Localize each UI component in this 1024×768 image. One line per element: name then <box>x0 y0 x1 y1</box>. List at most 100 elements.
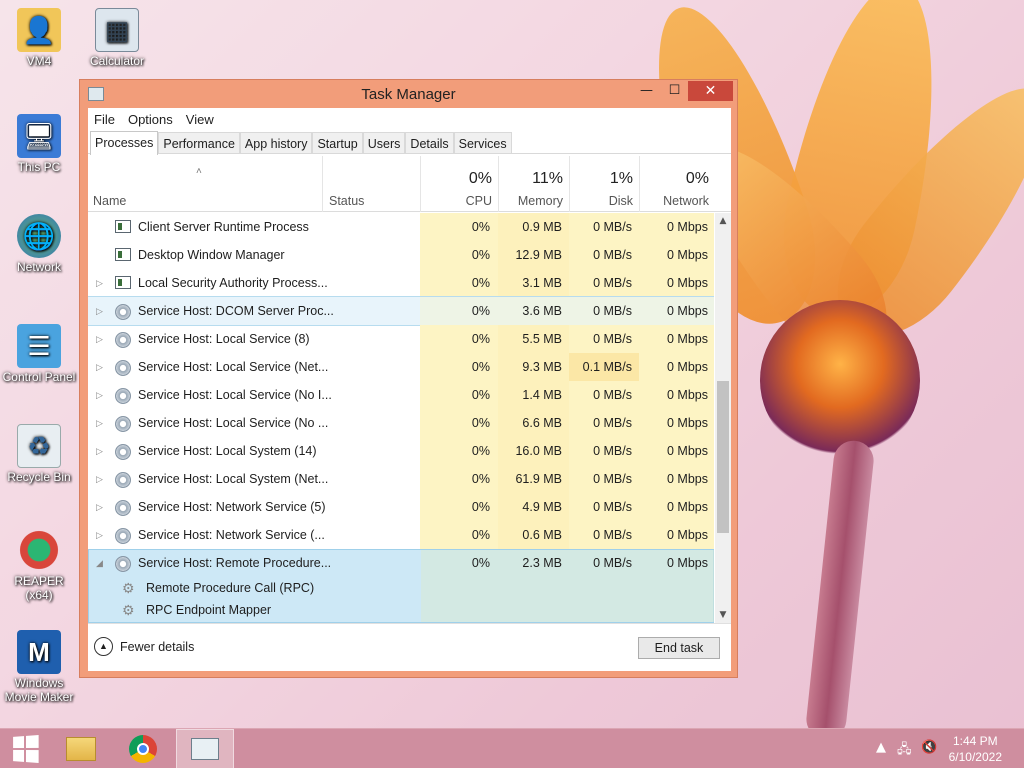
row-spacer <box>96 241 108 269</box>
scroll-down-icon[interactable]: ▼ <box>715 607 731 623</box>
tab-users[interactable]: Users <box>362 132 406 153</box>
network-status-icon[interactable]: 🖧 <box>897 740 912 762</box>
expand-arrow-icon[interactable]: ▷ <box>96 353 108 381</box>
table-row[interactable]: ▷ Service Host: Local Service (8) 0% 5.5 MB… <box>88 325 714 353</box>
maximize-button[interactable]: ☐ <box>661 81 688 101</box>
gear-icon <box>115 332 131 348</box>
column-disk[interactable]: 1% Disk <box>569 156 639 212</box>
process-name: Service Host: Network Service (5) <box>138 500 326 514</box>
taskbar-chrome[interactable] <box>114 729 172 768</box>
disk-value: 0 MB/s <box>569 213 639 241</box>
reaper-icon <box>17 528 61 572</box>
desktop-icon-control-panel[interactable]: ☰ Control Panel <box>0 324 78 384</box>
process-name: Service Host: Remote Procedure... <box>138 556 332 570</box>
table-row[interactable]: ◢ Service Host: Remote Procedure... 0% 2.3 … <box>88 549 714 577</box>
minimize-button[interactable]: — <box>633 81 660 101</box>
start-button[interactable] <box>0 729 50 768</box>
memory-value: 61.9 MB <box>498 465 569 493</box>
tab-processes[interactable]: Processes <box>90 131 159 155</box>
show-hidden-icons-icon[interactable]: ▲ <box>876 740 886 755</box>
expand-arrow-icon[interactable]: ▷ <box>96 325 108 353</box>
memory-value: 0.9 MB <box>498 213 569 241</box>
table-row[interactable]: ▷ Service Host: DCOM Server Proc... 0% 3.6 … <box>88 296 714 326</box>
cpu-value: 0% <box>420 465 498 493</box>
table-row[interactable]: ▷ Local Security Authority Process... 0% 3.… <box>88 269 714 297</box>
table-row[interactable]: ▷ Service Host: Local System (Net... 0% 61.… <box>88 465 714 493</box>
tab-services[interactable]: Services <box>453 132 512 153</box>
desktop-icon-calculator[interactable]: ▦ Calculator <box>78 8 156 68</box>
menu-view[interactable]: View <box>186 112 214 127</box>
service-subrow[interactable]: ⚙ RPC Endpoint Mapper <box>88 599 714 621</box>
gear-icon <box>115 388 131 404</box>
desktop-icon-movie-maker[interactable]: M Windows Movie Maker <box>0 630 78 704</box>
expand-arrow-icon[interactable]: ▷ <box>96 465 108 493</box>
menu-options[interactable]: Options <box>128 112 173 127</box>
expand-arrow-icon[interactable]: ▷ <box>96 493 108 521</box>
expand-arrow-icon[interactable]: ▷ <box>96 297 108 325</box>
expand-arrow-icon[interactable]: ▷ <box>96 521 108 549</box>
process-name: Service Host: Network Service (... <box>138 528 325 542</box>
window-icon <box>115 248 131 262</box>
tab-startup[interactable]: Startup <box>312 132 363 153</box>
calculator-icon: ▦ <box>95 8 139 52</box>
cpu-value: 0% <box>420 437 498 465</box>
table-row[interactable]: ▷ Service Host: Local System (14) 0% 16.0 M… <box>88 437 714 465</box>
desktop-icon-network[interactable]: 🌐 Network <box>0 214 78 274</box>
network-value: 0 Mbps <box>639 381 714 409</box>
sort-up-icon: ˄ <box>196 166 202 177</box>
table-row[interactable]: ▷ Service Host: Local Service (No I... 0% 1… <box>88 381 714 409</box>
cpu-value: 0% <box>420 409 498 437</box>
taskbar-file-explorer[interactable] <box>52 729 110 768</box>
gear-icon <box>115 500 131 516</box>
service-subrow[interactable]: ⚙ Remote Procedure Call (RPC) <box>88 577 714 599</box>
expand-arrow-icon[interactable]: ▷ <box>96 437 108 465</box>
menu-file[interactable]: File <box>94 112 115 127</box>
desktop-icon-this-pc[interactable]: 🖥 This PC <box>0 114 78 174</box>
table-row[interactable]: Client Server Runtime Process 0% 0.9 MB 0 M… <box>88 213 714 241</box>
process-name: Desktop Window Manager <box>138 248 285 262</box>
user-folder-icon: 👤 <box>17 8 61 52</box>
tab-app-history[interactable]: App history <box>239 132 313 153</box>
column-cpu[interactable]: 0% CPU <box>420 156 498 212</box>
expand-arrow-icon[interactable]: ▷ <box>96 409 108 437</box>
table-row[interactable]: Desktop Window Manager 0% 12.9 MB 0 MB/s 0 M… <box>88 241 714 269</box>
column-name[interactable]: ˄ Name <box>88 156 322 212</box>
disk-value: 0 MB/s <box>593 556 632 570</box>
disk-value: 0.1 MB/s <box>569 353 639 381</box>
table-row[interactable]: ▷ Service Host: Network Service (... 0% 0.6… <box>88 521 714 549</box>
disk-value: 0 MB/s <box>569 409 639 437</box>
expand-arrow-icon[interactable]: ▷ <box>96 269 108 297</box>
fewer-details-button[interactable]: ▲ Fewer details <box>94 637 194 656</box>
system-clock[interactable]: 1:44 PM 6/10/2022 <box>949 733 1002 765</box>
title-bar[interactable]: Task Manager — ☐ ✕ <box>80 80 737 108</box>
desktop-icon-reaper[interactable]: REAPER (x64) <box>0 528 78 602</box>
process-name: Service Host: Local Service (No ... <box>138 416 329 430</box>
table-row[interactable]: ▷ Service Host: Local Service (Net... 0% 9.… <box>88 353 714 381</box>
column-status[interactable]: Status <box>322 156 420 212</box>
volume-muted-icon[interactable]: 🔇 <box>921 740 937 755</box>
desktop-icon-recycle-bin[interactable]: ♻ Recycle Bin <box>0 424 78 484</box>
scroll-up-icon[interactable]: ▲ <box>715 213 731 229</box>
column-network[interactable]: 0% Network <box>639 156 731 212</box>
footer-bar: ▲ Fewer details End task <box>88 623 731 671</box>
gear-icon <box>115 528 131 544</box>
collapse-arrow-icon[interactable]: ◢ <box>96 549 108 577</box>
vertical-scrollbar[interactable]: ▲ ▼ <box>715 213 731 623</box>
end-task-button[interactable]: End task <box>638 637 720 659</box>
gear-icon <box>115 360 131 376</box>
expand-arrow-icon[interactable]: ▷ <box>96 381 108 409</box>
network-value: 0 Mbps <box>639 213 714 241</box>
table-row[interactable]: ▷ Service Host: Network Service (5) 0% 4.9 … <box>88 493 714 521</box>
scroll-thumb[interactable] <box>717 381 729 533</box>
close-button[interactable]: ✕ <box>688 81 733 101</box>
tab-performance[interactable]: Performance <box>158 132 240 153</box>
network-value: 0 Mbps <box>639 493 714 521</box>
tab-details[interactable]: Details <box>405 132 454 153</box>
column-memory[interactable]: 11% Memory <box>498 156 569 212</box>
network-value: 0 Mbps <box>639 437 714 465</box>
taskbar-task-manager[interactable] <box>176 729 234 768</box>
window-icon <box>115 276 131 290</box>
memory-value: 2.3 MB <box>522 556 562 570</box>
desktop-icon-vm4[interactable]: 👤 VM4 <box>0 8 78 68</box>
table-row[interactable]: ▷ Service Host: Local Service (No ... 0% 6.… <box>88 409 714 437</box>
